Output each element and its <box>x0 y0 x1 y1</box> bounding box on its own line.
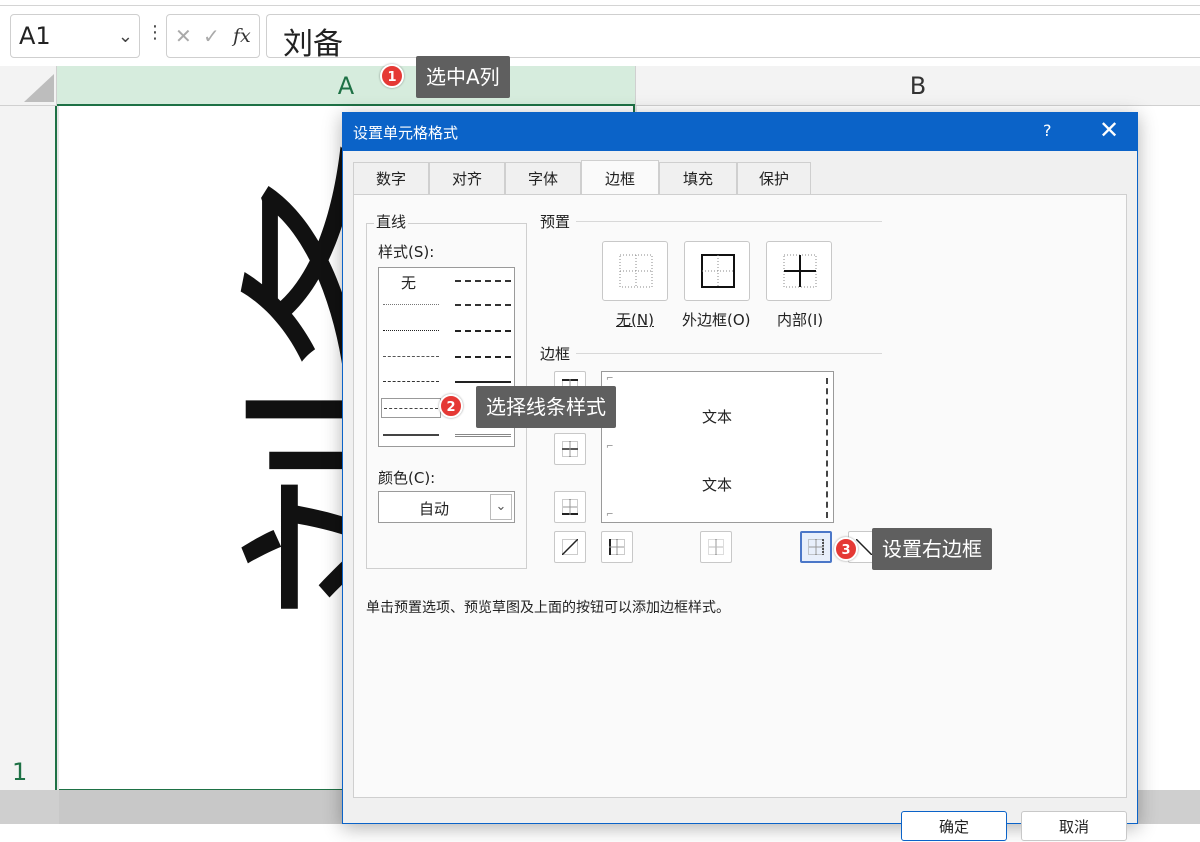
border-left-icon <box>609 539 625 555</box>
cancel-icon[interactable]: ✕ <box>175 24 192 48</box>
tab-font[interactable]: 字体 <box>505 162 581 194</box>
style-thin-solid[interactable] <box>383 434 439 436</box>
preset-inside-label: 内部(I) <box>777 311 824 329</box>
cancel-button[interactable]: 取消 <box>1021 811 1127 841</box>
color-label: 颜色(C): <box>378 469 436 487</box>
tab-alignment[interactable]: 对齐 <box>429 162 505 194</box>
preset-inside-button[interactable] <box>766 241 832 301</box>
column-header-a[interactable]: A <box>57 66 635 106</box>
tab-border[interactable]: 边框 <box>581 160 659 194</box>
column-header-b[interactable]: B <box>635 66 1200 106</box>
format-cells-dialog: 设置单元格格式 ? ✕ 数字 对齐 字体 边框 填充 保护 直线 样式(S): … <box>342 112 1138 841</box>
preview-text-top: 文本 <box>702 408 733 426</box>
select-all-triangle-icon <box>24 74 54 102</box>
row-header[interactable] <box>0 106 57 790</box>
callout-label-1: 选中A列 <box>416 56 510 98</box>
border-left-button[interactable] <box>601 531 633 563</box>
border-bottom-button[interactable] <box>554 491 586 523</box>
border-tab-panel: 直线 样式(S): 无 颜色(C): 自动 ⌄ 预置 无(N) 外边框(O) 内… <box>353 194 1127 798</box>
style-hair[interactable] <box>383 304 439 305</box>
name-box[interactable]: A1 ⌄ <box>10 14 140 58</box>
style-medium[interactable] <box>455 381 511 383</box>
dialog-title: 设置单元格格式 <box>353 124 459 142</box>
border-diagonal-up-button[interactable] <box>554 531 586 563</box>
ribbon-edge <box>0 0 1200 6</box>
preset-outline-label: 外边框(O) <box>682 311 751 329</box>
close-icon[interactable]: ✕ <box>1099 116 1119 144</box>
more-icon[interactable]: ⋮ <box>146 24 164 42</box>
chevron-down-icon[interactable]: ⌄ <box>118 26 133 47</box>
line-group-label: 直线 <box>374 211 409 232</box>
style-medium-dash-dot-dot[interactable] <box>455 280 511 282</box>
preset-none-button[interactable] <box>602 241 668 301</box>
row-number-1: 1 <box>12 758 28 786</box>
preview-text-bottom: 文本 <box>702 476 733 494</box>
fx-icon[interactable]: fx <box>233 25 251 47</box>
preset-inside-icon <box>783 254 817 288</box>
callout-badge-1: 1 <box>380 64 404 88</box>
border-right-button[interactable] <box>800 531 832 563</box>
border-right-icon <box>808 539 824 555</box>
name-box-value: A1 <box>19 22 51 50</box>
tab-number[interactable]: 数字 <box>353 162 429 194</box>
callout-badge-3: 3 <box>834 537 858 561</box>
preset-separator <box>576 221 882 222</box>
style-dash-dot[interactable] <box>383 381 439 382</box>
border-diagonal-down-icon <box>856 539 872 555</box>
help-button[interactable]: ? <box>1043 121 1052 140</box>
style-slanted-dash[interactable] <box>455 304 511 306</box>
callout-label-3: 设置右边框 <box>872 528 992 570</box>
color-select[interactable]: 自动 ⌄ <box>378 491 515 523</box>
style-medium-dash[interactable] <box>455 356 511 358</box>
corner-mark: ⌐ <box>606 442 614 452</box>
preset-none-label: 无(N) <box>616 311 654 329</box>
callout-label-2: 选择线条样式 <box>476 386 616 428</box>
preset-group-label: 预置 <box>540 213 571 231</box>
chevron-down-icon[interactable]: ⌄ <box>490 494 512 520</box>
ok-button[interactable]: 确定 <box>901 811 1007 841</box>
formula-buttons: ✕ ✓ fx <box>166 14 260 58</box>
style-none[interactable]: 无 <box>401 272 416 293</box>
border-inside-horizontal-icon <box>562 441 578 457</box>
border-bottom-icon <box>562 499 578 515</box>
corner-mark: ⌐ <box>606 374 614 384</box>
callout-badge-2: 2 <box>439 394 463 418</box>
border-diagonal-up-icon <box>562 539 578 555</box>
preset-none-icon <box>619 254 653 288</box>
border-inside-vertical-icon <box>708 539 724 555</box>
style-double[interactable] <box>455 434 511 437</box>
formula-input[interactable]: 刘备 <box>266 14 1200 62</box>
tab-fill[interactable]: 填充 <box>659 162 737 194</box>
color-value: 自动 <box>419 500 450 518</box>
help-note: 单击预置选项、预览草图及上面的按钮可以添加边框样式。 <box>366 600 730 616</box>
corner-mark: ⌐ <box>606 510 614 520</box>
preset-outline-icon <box>701 254 735 288</box>
tab-protection[interactable]: 保护 <box>737 162 811 194</box>
border-inside-vertical-button[interactable] <box>700 531 732 563</box>
border-group-label: 边框 <box>540 345 571 363</box>
border-inside-horizontal-button[interactable] <box>554 433 586 465</box>
border-separator <box>576 353 882 354</box>
check-icon[interactable]: ✓ <box>203 24 220 48</box>
style-medium-dash-dot[interactable] <box>455 330 511 332</box>
preview-right-border <box>826 378 828 518</box>
border-preview[interactable]: 文本 文本 ⌐ ⌐ ⌐ <box>601 371 834 523</box>
style-dash-dot-dot[interactable] <box>383 356 439 357</box>
style-dotted[interactable] <box>383 330 439 331</box>
style-selected[interactable] <box>381 398 441 418</box>
dialog-titlebar: 设置单元格格式 ? ✕ <box>343 113 1137 151</box>
formula-value: 刘备 <box>283 27 343 62</box>
preset-outline-button[interactable] <box>684 241 750 301</box>
style-label: 样式(S): <box>378 243 435 261</box>
